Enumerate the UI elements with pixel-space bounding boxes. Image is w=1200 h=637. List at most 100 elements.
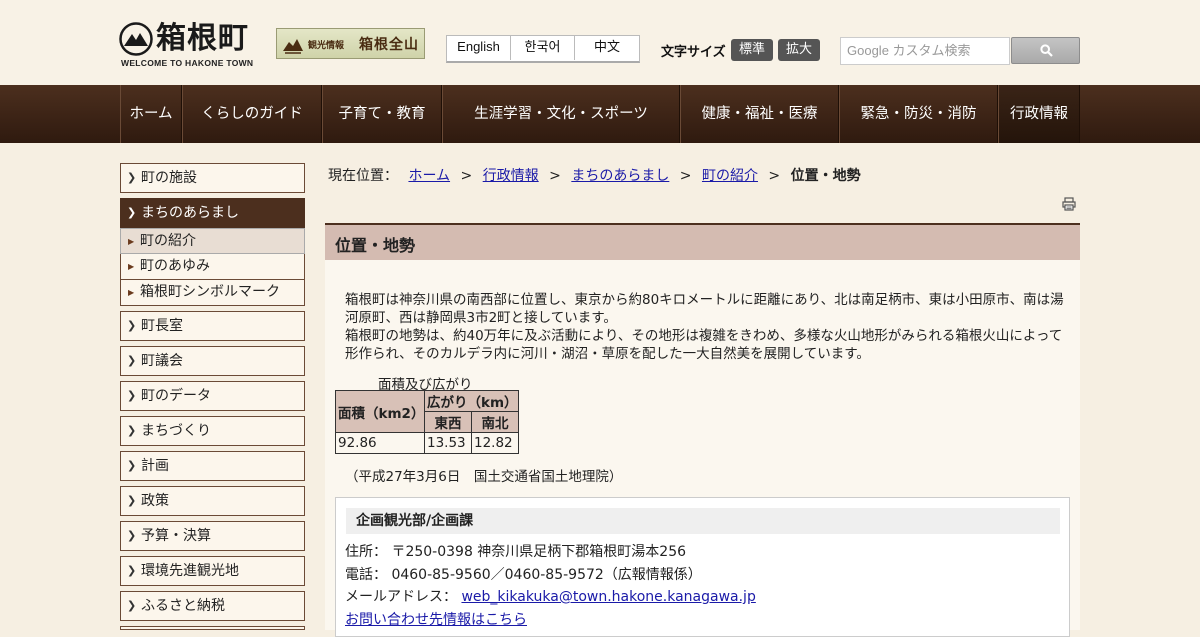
font-size-label: 文字サイズ — [661, 45, 726, 60]
sidebar-item-policy[interactable]: ❯ 政策 — [120, 486, 305, 516]
lang-korean[interactable]: 한국어 — [511, 36, 575, 60]
sidebar-item-label: 予算・決算 — [141, 528, 211, 544]
chevron-right-icon: ❯ — [127, 206, 137, 219]
chevron-right-icon: ❯ — [127, 171, 137, 184]
table-header-north-south: 南北 — [471, 411, 519, 433]
nav-childcare-education[interactable]: 子育て・教育 — [322, 85, 442, 143]
breadcrumb-link-town-overview[interactable]: まちのあらまし — [571, 168, 669, 184]
sidebar-item-label: ふるさと納税 — [141, 598, 225, 614]
breadcrumb-separator: > — [768, 168, 781, 184]
sidebar-item-label: 町の施設 — [141, 170, 197, 186]
sidebar-item-town-overview[interactable]: ❯ まちのあらまし — [120, 198, 305, 228]
contact-email: メールアドレス： web_kikakuka@town.hakone.kanaga… — [345, 586, 756, 606]
sidebar-item-partial — [120, 626, 305, 630]
breadcrumb-separator: > — [679, 168, 692, 184]
print-icon[interactable] — [1062, 197, 1076, 211]
sidebar-item-facilities[interactable]: ❯ 町の施設 — [120, 163, 305, 193]
breadcrumb-link-administration[interactable]: 行政情報 — [483, 168, 539, 184]
sidebar-subitem-label: 箱根町シンボルマーク — [140, 284, 280, 300]
chevron-right-icon: ❯ — [127, 424, 137, 437]
chevron-right-icon: ❯ — [127, 389, 137, 402]
contact-box: 企画観光部/企画課 住所： 〒250-0398 神奈川県足柄下郡箱根町湯本256… — [335, 497, 1070, 637]
breadcrumb-prefix: 現在位置： — [328, 168, 398, 184]
sidebar-item-town-planning[interactable]: ❯ まちづくり — [120, 416, 305, 446]
table-header-spread: 広がり（km） — [424, 390, 519, 412]
lang-english[interactable]: English — [447, 36, 511, 60]
sidebar-item-hometown-tax[interactable]: ❯ ふるさと納税 — [120, 591, 305, 621]
sidebar-item-plans[interactable]: ❯ 計画 — [120, 451, 305, 481]
intro-paragraph-location: 箱根町は神奈川県の南西部に位置し、東京から約80キロメートルに距離にあり、北は南… — [345, 292, 1064, 326]
source-note: （平成27年3月6日 国土交通省国土地理院） — [345, 469, 623, 485]
sidebar-item-mayor[interactable]: ❯ 町長室 — [120, 311, 305, 341]
font-size-normal-button[interactable]: 標準 — [731, 39, 773, 61]
sidebar-subitem-symbol-mark[interactable]: ▶ 箱根町シンボルマーク — [120, 280, 305, 306]
contact-department: 企画観光部/企画課 — [346, 508, 1060, 534]
logo-text: 箱根町 — [156, 21, 249, 56]
contact-address-label: 住所： — [345, 544, 387, 560]
contact-address: 住所： 〒250-0398 神奈川県足柄下郡箱根町湯本256 — [345, 541, 686, 561]
page-title: 位置・地勢 — [335, 236, 416, 255]
nav-health-welfare[interactable]: 健康・福祉・医療 — [680, 85, 839, 143]
chevron-right-icon: ❯ — [127, 459, 137, 472]
logo-subtitle: WELCOME TO HAKONE TOWN — [121, 58, 254, 68]
tourism-big-label: 箱根全山 — [359, 37, 419, 53]
lang-chinese[interactable]: 中文 — [575, 36, 639, 60]
search-button[interactable] — [1011, 37, 1080, 64]
search-input[interactable]: Google カスタム検索 — [840, 37, 1010, 65]
sidebar-item-town-data[interactable]: ❯ 町のデータ — [120, 381, 305, 411]
sidebar-item-budget[interactable]: ❯ 予算・決算 — [120, 521, 305, 551]
chevron-right-icon: ❯ — [127, 599, 137, 612]
sidebar-item-assembly[interactable]: ❯ 町議会 — [120, 346, 305, 376]
sidebar-item-label: 政策 — [141, 493, 169, 509]
contact-email-label: メールアドレス： — [345, 589, 457, 605]
nav-emergency[interactable]: 緊急・防災・消防 — [839, 85, 998, 143]
chevron-right-icon: ❯ — [127, 564, 137, 577]
sidebar-subitem-label: 町の紹介 — [140, 233, 196, 249]
sidebar-item-label: まちのあらまし — [141, 205, 239, 221]
contact-inquiry-link[interactable]: お問い合わせ先情報はこちら — [345, 612, 527, 628]
nav-home[interactable]: ホーム — [120, 85, 182, 143]
area-table: 面積（km2） 広がり（km） 東西 南北 92.86 13.53 12.82 — [335, 390, 519, 454]
chevron-right-icon: ❯ — [127, 319, 137, 332]
sidebar-item-label: まちづくり — [141, 423, 211, 439]
site-header: 箱根町 WELCOME TO HAKONE TOWN 観光情報 箱根全山 Eng… — [0, 0, 1200, 85]
table-cell-area: 92.86 — [335, 432, 425, 454]
breadcrumb-link-home[interactable]: ホーム — [408, 168, 450, 184]
sidebar-subitem-history[interactable]: ▶ 町のあゆみ — [120, 254, 305, 280]
breadcrumb-link-introduction[interactable]: 町の紹介 — [702, 168, 758, 184]
font-size-large-button[interactable]: 拡大 — [778, 39, 820, 61]
table-cell-north-south: 12.82 — [471, 432, 519, 454]
table-header-east-west: 東西 — [424, 411, 472, 433]
intro-paragraph-terrain: 箱根町の地勢は、約40万年に及ぶ活動により、その地形は複雑をきわめ、多様な火山地… — [345, 328, 1063, 362]
breadcrumb-current: 位置・地勢 — [790, 168, 861, 184]
contact-email-link[interactable]: web_kikakuka@town.hakone.kanagawa.jp — [461, 589, 755, 605]
triangle-right-icon: ▶ — [128, 262, 135, 271]
contact-phone: 電話： 0460-85-9560／0460-85-9572（広報情報係） — [345, 564, 702, 584]
breadcrumb-separator: > — [549, 168, 561, 184]
tourism-banner[interactable]: 観光情報 箱根全山 — [276, 28, 425, 59]
nav-administration[interactable]: 行政情報 — [998, 85, 1080, 143]
sidebar-item-label: 環境先進観光地 — [141, 563, 239, 579]
nav-living-guide[interactable]: くらしのガイド — [182, 85, 322, 143]
triangle-right-icon: ▶ — [128, 288, 135, 297]
site-logo[interactable]: 箱根町 WELCOME TO HAKONE TOWN — [119, 20, 254, 70]
language-switcher: English 한국어 中文 — [446, 35, 640, 63]
breadcrumb-separator: > — [460, 168, 473, 184]
triangle-right-icon: ▶ — [128, 237, 135, 246]
search-icon — [1040, 44, 1053, 57]
sidebar-item-eco-tourism[interactable]: ❯ 環境先進観光地 — [120, 556, 305, 586]
sidebar-item-label: 町長室 — [141, 318, 183, 334]
chevron-right-icon: ❯ — [127, 494, 137, 507]
breadcrumb: 現在位置： ホーム > 行政情報 > まちのあらまし > 町の紹介 > 位置・地… — [328, 165, 861, 185]
contact-address-value: 〒250-0398 神奈川県足柄下郡箱根町湯本256 — [391, 544, 687, 560]
chevron-right-icon: ❯ — [127, 529, 137, 542]
sidebar-item-label: 町のデータ — [141, 388, 211, 404]
contact-phone-value: 0460-85-9560／0460-85-9572（広報情報係） — [391, 567, 702, 583]
nav-lifelong-learning[interactable]: 生涯学習・文化・スポーツ — [442, 85, 680, 143]
table-header-area: 面積（km2） — [335, 390, 425, 433]
sidebar-subitem-introduction[interactable]: ▶ 町の紹介 — [120, 228, 305, 254]
hakone-mountain-icon — [119, 22, 153, 56]
contact-inquiry: お問い合わせ先情報はこちら — [345, 609, 527, 629]
table-cell-east-west: 13.53 — [424, 432, 472, 454]
tourism-small-label: 観光情報 — [308, 41, 345, 51]
